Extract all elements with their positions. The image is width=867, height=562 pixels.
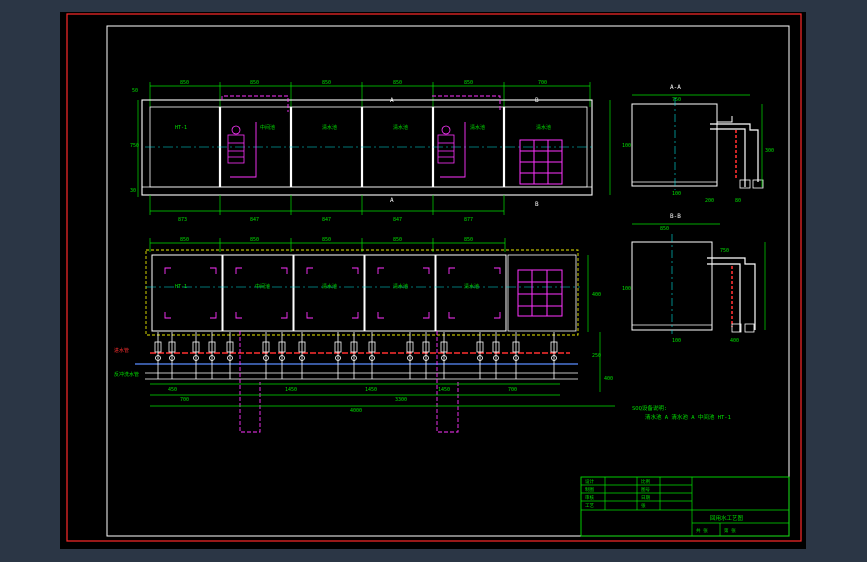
- section-marker-a-top: A: [390, 97, 394, 104]
- title-block: 设计 制图 审核 工艺 比例 图号 日期 张 回用水工艺图 共 张 第 张: [580, 476, 790, 537]
- dim-bottom-1: 873: [178, 217, 187, 223]
- dim2-top-4: 850: [393, 237, 402, 243]
- drawing-svg: 850 850 850 850 850 700 50 750 30 HT-1 中…: [66, 13, 802, 542]
- dim2-total: 4000: [350, 408, 362, 414]
- section-bb: B-B 850 100 750 100 400: [622, 213, 766, 344]
- dim2-sub: 3300: [395, 397, 407, 403]
- bb-dim-3: 750: [720, 248, 729, 254]
- notes-title: SOQ设备说明:: [632, 404, 667, 412]
- dim2-bottom-1: 450: [168, 387, 177, 393]
- section-aa-title: A-A: [670, 84, 681, 91]
- bb-dim-4: 100: [672, 338, 681, 344]
- cell-label-6: 清水池: [536, 124, 551, 131]
- tb-row-4: 工艺: [585, 503, 594, 509]
- dim2-first: 700: [180, 397, 189, 403]
- pump-icon-2: [437, 125, 455, 164]
- filter-grid-icon: [519, 139, 563, 185]
- dim2-bottom-3: 1450: [365, 387, 377, 393]
- tb-row-1: 设计: [585, 478, 594, 485]
- cell2-label-4: 清水池: [393, 283, 408, 290]
- tb-footer-2: 第 张: [724, 527, 736, 534]
- dim-top-1: 850: [180, 80, 189, 86]
- dim2-top-5: 850: [464, 237, 473, 243]
- drawing-sheet[interactable]: 850 850 850 850 850 700 50 750 30 HT-1 中…: [60, 12, 806, 549]
- tb-mid-1: 比例: [641, 478, 650, 485]
- tb-footer-1: 共 张: [696, 527, 708, 534]
- cell2-label-5: 清水池: [464, 283, 479, 290]
- tb-mid-2: 图号: [641, 487, 650, 493]
- cell-label-4: 清水池: [393, 124, 408, 131]
- dim2-top-3: 850: [322, 237, 331, 243]
- bb-dim-2: 100: [622, 286, 631, 292]
- aa-dim-5: 80: [735, 198, 741, 204]
- tb-mid-4: 张: [641, 502, 646, 509]
- tb-drawing-title: 回用水工艺图: [710, 514, 744, 522]
- pump-icon-1: [227, 125, 245, 164]
- dim2-right-3: 400: [604, 376, 613, 382]
- section-marker-a-bottom: A: [390, 197, 394, 204]
- aa-dim-1: 100: [622, 143, 631, 149]
- tb-mid-3: 日期: [641, 495, 650, 501]
- aa-dim-4: 200: [705, 198, 714, 204]
- cell-label-1: HT-1: [175, 125, 187, 131]
- cell2-label-3: 清水池: [322, 283, 337, 290]
- inner-border: [106, 25, 790, 537]
- notes: SOQ设备说明: 清水池 A 清水池 A 中间池 HT-1: [632, 404, 731, 421]
- filter-grid-icon-2: [517, 269, 563, 317]
- bb-dim-5: 400: [730, 338, 739, 344]
- dim-top-6: 700: [538, 80, 547, 86]
- dim-bottom-4: 847: [393, 217, 402, 223]
- section-marker-b-top: B: [535, 97, 539, 104]
- dim2-bottom-4: 1450: [438, 387, 450, 393]
- section-aa: A-A 100 750 100 200 80 300: [622, 84, 774, 204]
- pipe-label-backwash: 反冲洗水管: [114, 371, 139, 378]
- dim2-bottom-5: 700: [508, 387, 517, 393]
- dim-left-2: 750: [130, 143, 139, 149]
- bottom-plan-view: 850 850 850 850 850 HT-1 中间池 清水池 清水池 清水池…: [114, 237, 615, 433]
- cell2-label-1: HT-1: [175, 284, 187, 290]
- pipe-label-inlet: 进水管: [114, 347, 129, 354]
- dim2-top-1: 850: [180, 237, 189, 243]
- dim2-right-1: 400: [592, 292, 601, 298]
- dim2-right-2: 250: [592, 353, 601, 359]
- dim-left-3: 30: [130, 188, 136, 194]
- dim-bottom-5: 877: [464, 217, 473, 223]
- cell-label-2: 中间池: [260, 124, 275, 131]
- section-bb-title: B-B: [670, 213, 681, 220]
- section-marker-b-bottom: B: [535, 201, 539, 208]
- tb-row-2: 制图: [585, 486, 594, 493]
- dim-top-3: 850: [322, 80, 331, 86]
- dim-top-2: 850: [250, 80, 259, 86]
- aa-dim-3: 100: [672, 191, 681, 197]
- dim-top-5: 850: [464, 80, 473, 86]
- dim2-top-2: 850: [250, 237, 259, 243]
- cell2-label-2: 中间池: [255, 283, 270, 290]
- aa-dim-2: 750: [672, 97, 681, 103]
- top-plan-view: 850 850 850 850 850 700 50 750 30 HT-1 中…: [130, 80, 611, 223]
- cell-label-3: 清水池: [322, 124, 337, 131]
- bb-dim-1: 850: [660, 226, 669, 232]
- dim-bottom-3: 847: [322, 217, 331, 223]
- cad-viewport[interactable]: 850 850 850 850 850 700 50 750 30 HT-1 中…: [0, 0, 867, 562]
- dim-bottom-2: 847: [250, 217, 259, 223]
- cell-label-5: 清水池: [470, 124, 485, 131]
- outer-border: [66, 13, 802, 542]
- dim2-bottom-2: 1450: [285, 387, 297, 393]
- notes-line1: 清水池 A 清水池 A 中间池 HT-1: [645, 413, 731, 421]
- tb-row-3: 审核: [585, 494, 594, 501]
- aa-dim-6: 300: [765, 148, 774, 154]
- dim-left-1: 50: [132, 88, 138, 94]
- dim-top-4: 850: [393, 80, 402, 86]
